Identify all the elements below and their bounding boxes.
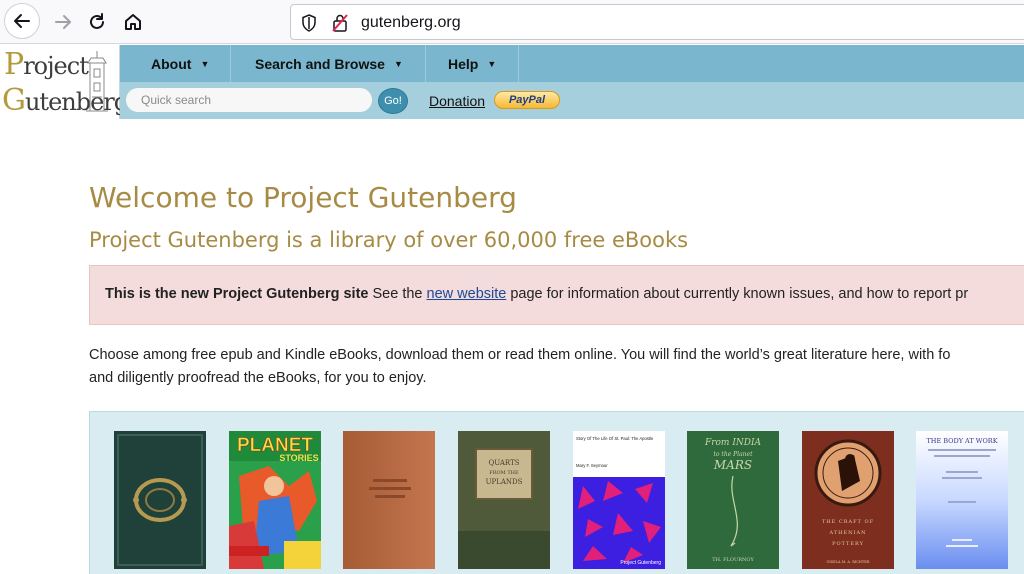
book-cover-3[interactable] <box>343 431 435 569</box>
caret-down-icon: ▼ <box>200 58 210 69</box>
book-cover-image: Story Of The Life Of St. Paul: The Apost… <box>573 431 665 569</box>
book-cover-image: From INDIA to the Planet MARS TH. FLOURN… <box>687 431 779 569</box>
quarts-cover-sub: UPLANDS <box>486 478 523 486</box>
page-subtitle: Project Gutenberg is a library of over 6… <box>89 228 689 252</box>
caret-down-icon: ▼ <box>393 58 403 69</box>
home-icon <box>125 14 141 30</box>
back-button[interactable] <box>4 3 40 39</box>
page-title: Welcome to Project Gutenberg <box>89 181 517 214</box>
home-button[interactable] <box>116 6 150 38</box>
book-cover-1[interactable] <box>114 431 206 569</box>
svg-text:From INDIA: From INDIA <box>704 438 762 448</box>
book-cover-image <box>343 431 435 569</box>
menu-help-label: Help <box>448 55 479 72</box>
body-cover-title: THE BODY AT WORK <box>926 437 997 445</box>
notice-text: This is the new Project Gutenberg site S… <box>105 286 968 302</box>
book-cover-2[interactable]: PLANET STORIES <box>229 431 321 569</box>
quick-search-input[interactable] <box>126 88 372 112</box>
forward-button[interactable] <box>46 6 80 38</box>
intro-line-1: Choose among free epub and Kindle eBooks… <box>89 347 951 363</box>
search-bar: Go! Donation PayPal <box>120 82 1024 119</box>
site-notice: This is the new Project Gutenberg site S… <box>89 265 1024 325</box>
caret-down-icon: ▼ <box>487 58 497 69</box>
site-header: Project Gutenberg About ▼ Search and Brow… <box>0 45 1024 119</box>
new-website-link[interactable]: new website <box>427 286 507 302</box>
site-logo[interactable]: Project Gutenberg <box>0 45 129 119</box>
book-cover-8[interactable]: THE BODY AT WORK <box>916 431 1008 569</box>
menu-search-browse[interactable]: Search and Browse ▼ <box>255 45 403 82</box>
notice-after-link: page for information about currently kno… <box>506 286 969 302</box>
stpaul-cover-footer: Project Gutenberg <box>620 560 661 566</box>
menu-divider <box>230 45 231 82</box>
mars-cover-author: TH. FLOURNOY <box>712 557 754 563</box>
go-button[interactable]: Go! <box>378 88 408 114</box>
svg-text:FROM THE: FROM THE <box>489 470 519 476</box>
svg-text:to the Planet: to the Planet <box>713 451 753 458</box>
intro-paragraph: Choose among free epub and Kindle eBooks… <box>89 344 1024 390</box>
menu-divider <box>425 45 426 82</box>
quarts-cover-title: QUARTS <box>488 459 519 467</box>
menu-about-label: About <box>151 55 192 72</box>
svg-text:POTTERY: POTTERY <box>832 541 864 547</box>
reload-button[interactable] <box>80 6 114 38</box>
stpaul-cover-author: Mary F. Seymour <box>576 463 608 468</box>
insecure-lock-icon[interactable] <box>331 13 349 33</box>
pottery-cover-author: GISELA M. A. RICHTER <box>827 560 870 564</box>
shield-icon[interactable] <box>301 14 317 32</box>
logo-line-1: Project <box>4 47 89 82</box>
book-cover-image: THE BODY AT WORK <box>916 431 1008 569</box>
url-text[interactable]: gutenberg.org <box>361 14 461 32</box>
planet-cover-sub: STORIES <box>279 453 318 463</box>
book-cover-image: QUARTS FROM THE UPLANDS <box>458 431 550 569</box>
book-cover-4[interactable]: QUARTS FROM THE UPLANDS <box>458 431 550 569</box>
main-menu: About ▼ Search and Browse ▼ Help ▼ <box>120 45 1024 82</box>
book-cover-image <box>114 431 206 569</box>
book-cover-5[interactable]: Story Of The Life Of St. Paul: The Apost… <box>573 431 665 569</box>
book-cover-6[interactable]: From INDIA to the Planet MARS TH. FLOURN… <box>687 431 779 569</box>
intro-line-2: and diligently proofread the eBooks, for… <box>89 370 427 386</box>
arrow-right-icon <box>55 15 71 29</box>
tower-icon <box>86 51 108 112</box>
paypal-button[interactable]: PayPal <box>494 91 560 109</box>
arrow-left-icon <box>14 14 30 28</box>
svg-text:THE CRAFT OF: THE CRAFT OF <box>822 519 874 525</box>
menu-about[interactable]: About ▼ <box>151 45 209 82</box>
browser-toolbar: gutenberg.org <box>0 0 1024 44</box>
book-cover-image: THE CRAFT OF ATHENIAN POTTERY GISELA M. … <box>802 431 894 569</box>
stpaul-cover-title: Story Of The Life Of St. Paul: The Apost… <box>576 436 654 441</box>
notice-bold: This is the new Project Gutenberg site <box>105 286 369 302</box>
menu-help[interactable]: Help ▼ <box>448 45 496 82</box>
reload-icon <box>90 13 104 29</box>
address-bar[interactable]: gutenberg.org <box>290 4 1024 40</box>
book-cover-7[interactable]: THE CRAFT OF ATHENIAN POTTERY GISELA M. … <box>802 431 894 569</box>
svg-text:MARS: MARS <box>713 458 752 472</box>
donation-link[interactable]: Donation <box>429 93 485 109</box>
menu-divider <box>518 45 519 82</box>
svg-text:ATHENIAN: ATHENIAN <box>828 530 866 536</box>
book-cover-image: PLANET STORIES <box>229 431 321 569</box>
notice-before-link: See the <box>368 286 427 302</box>
menu-search-browse-label: Search and Browse <box>255 55 385 72</box>
book-carousel: PLANET STORIES QUARTS FROM THE UPLANDS S… <box>89 411 1024 574</box>
